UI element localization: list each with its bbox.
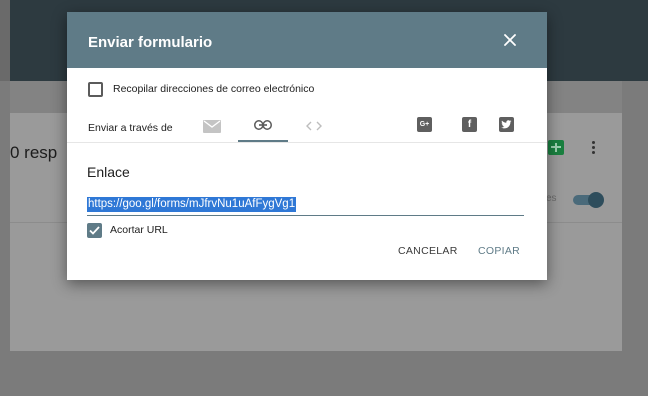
dialog-header: Enviar formulario xyxy=(67,12,547,68)
google-plus-share-icon[interactable]: G+ xyxy=(417,117,432,132)
tab-embed[interactable] xyxy=(299,110,329,142)
tab-email[interactable] xyxy=(197,110,227,142)
shorten-url-row[interactable]: Acortar URL xyxy=(87,222,168,238)
background-app-edge xyxy=(0,0,10,81)
link-icon xyxy=(254,120,272,130)
cancel-button[interactable]: CANCELAR xyxy=(398,245,458,257)
url-field[interactable]: https://goo.gl/forms/mJfrvNu1uAfFygVg1 xyxy=(87,194,524,216)
background-toggle-label: es xyxy=(546,193,557,204)
collect-emails-checkbox[interactable] xyxy=(88,81,103,97)
twitter-share-icon[interactable] xyxy=(499,117,514,132)
sheets-icon xyxy=(548,140,564,155)
link-label: Enlace xyxy=(87,164,130,180)
shorten-url-label: Acortar URL xyxy=(110,224,168,236)
checkmark-icon xyxy=(89,225,100,235)
email-icon xyxy=(203,119,221,133)
background-accept-responses-toggle xyxy=(573,192,604,208)
background-responses-count: 0 resp xyxy=(10,143,58,162)
collect-emails-row[interactable]: Recopilar direcciones de correo electrón… xyxy=(88,81,314,97)
send-via-label: Enviar a través de xyxy=(88,122,173,134)
url-text[interactable]: https://goo.gl/forms/mJfrvNu1uAfFygVg1 xyxy=(87,197,297,212)
shorten-url-checkbox[interactable] xyxy=(87,222,102,238)
tab-link[interactable] xyxy=(238,110,288,142)
embed-icon xyxy=(306,121,322,131)
send-form-dialog: Enviar formulario Recopilar direcciones … xyxy=(67,12,547,280)
more-options-icon xyxy=(592,141,596,155)
dialog-title: Enviar formulario xyxy=(88,34,213,51)
facebook-share-icon[interactable]: f xyxy=(462,117,477,132)
copy-button[interactable]: COPIAR xyxy=(478,245,520,257)
close-icon[interactable] xyxy=(501,31,519,49)
collect-emails-label: Recopilar direcciones de correo electrón… xyxy=(113,83,315,95)
dialog-separator xyxy=(67,142,547,143)
